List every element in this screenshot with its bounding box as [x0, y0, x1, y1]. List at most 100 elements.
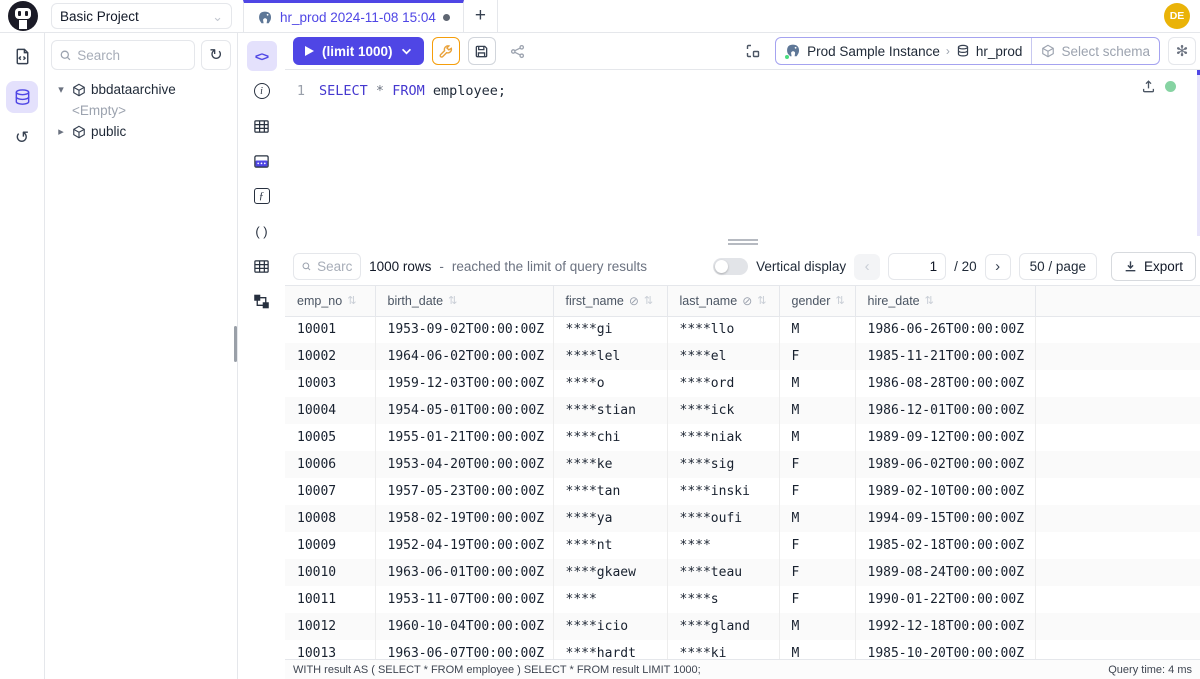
table-cell[interactable]: M: [779, 505, 855, 532]
table-cell[interactable]: 1960-10-04T00:00:00Z: [375, 613, 553, 640]
table-list-icon[interactable]: [247, 111, 277, 141]
table-cell[interactable]: 1989-06-02T00:00:00Z: [855, 451, 1035, 478]
table-cell[interactable]: 10013: [285, 640, 375, 659]
table-cell[interactable]: 1989-09-12T00:00:00Z: [855, 424, 1035, 451]
table-cell[interactable]: 1964-06-02T00:00:00Z: [375, 343, 553, 370]
table-cell[interactable]: ****ki: [667, 640, 779, 659]
table-cell[interactable]: ****niak: [667, 424, 779, 451]
next-page-button[interactable]: ›: [985, 254, 1011, 280]
column-header-birth_date[interactable]: birth_date⇅: [375, 286, 553, 316]
page-number-input[interactable]: [888, 253, 946, 280]
column-header-last_name[interactable]: last_name⊘⇅: [667, 286, 779, 316]
table-cell[interactable]: ****s: [667, 586, 779, 613]
table-cell[interactable]: 10006: [285, 451, 375, 478]
table-cell[interactable]: ****ya: [553, 505, 667, 532]
sheet-colored-icon[interactable]: [247, 146, 277, 176]
table-cell[interactable]: 10001: [285, 316, 375, 343]
table-cell[interactable]: ****nt: [553, 532, 667, 559]
sort-icon[interactable]: ⇅: [925, 294, 934, 307]
table-cell[interactable]: ****ke: [553, 451, 667, 478]
schema-diagram-icon[interactable]: [247, 286, 277, 316]
info-icon[interactable]: i: [247, 76, 277, 106]
table-cell[interactable]: 1953-09-02T00:00:00Z: [375, 316, 553, 343]
column-header-emp_no[interactable]: emp_no⇅: [285, 286, 375, 316]
project-select[interactable]: Basic Project ⌄: [51, 3, 232, 29]
caret-right-icon[interactable]: ▸: [55, 125, 67, 138]
table-cell[interactable]: ****el: [667, 343, 779, 370]
table-cell[interactable]: ****gland: [667, 613, 779, 640]
new-tab-button[interactable]: +: [464, 0, 498, 32]
table-cell[interactable]: M: [779, 640, 855, 659]
table-cell[interactable]: F: [779, 343, 855, 370]
table-cell[interactable]: 1986-06-26T00:00:00Z: [855, 316, 1035, 343]
table-cell[interactable]: 1990-01-22T00:00:00Z: [855, 586, 1035, 613]
tree-search-input[interactable]: [77, 48, 186, 63]
function-icon[interactable]: ƒ: [247, 181, 277, 211]
table-cell[interactable]: F: [779, 451, 855, 478]
table-cell[interactable]: ****sig: [667, 451, 779, 478]
table-cell[interactable]: F: [779, 532, 855, 559]
table-cell[interactable]: ****hardt: [553, 640, 667, 659]
column-header-gender[interactable]: gender⇅: [779, 286, 855, 316]
sort-icon[interactable]: ⇅: [757, 294, 766, 307]
table-cell[interactable]: 10010: [285, 559, 375, 586]
export-button[interactable]: Export: [1111, 252, 1196, 281]
table-cell[interactable]: 1992-12-18T00:00:00Z: [855, 613, 1035, 640]
table-cell[interactable]: M: [779, 613, 855, 640]
sort-icon[interactable]: ⇅: [644, 294, 653, 307]
tab-hr-prod[interactable]: hr_prod 2024-11-08 15:04: [243, 0, 464, 32]
worksheet-icon[interactable]: [6, 40, 38, 72]
table-cell[interactable]: M: [779, 424, 855, 451]
table-cell[interactable]: ****ick: [667, 397, 779, 424]
table-cell[interactable]: ****lel: [553, 343, 667, 370]
table-cell[interactable]: ****tan: [553, 478, 667, 505]
tree-item-public[interactable]: ▸ public: [49, 121, 233, 142]
tree-search-box[interactable]: [51, 40, 195, 70]
table-cell[interactable]: F: [779, 586, 855, 613]
table-cell[interactable]: 1963-06-07T00:00:00Z: [375, 640, 553, 659]
table-cell[interactable]: 10002: [285, 343, 375, 370]
table-cell[interactable]: 1986-12-01T00:00:00Z: [855, 397, 1035, 424]
table-cell[interactable]: 1958-02-19T00:00:00Z: [375, 505, 553, 532]
table-cell[interactable]: 1985-10-20T00:00:00Z: [855, 640, 1035, 659]
table-cell[interactable]: 10007: [285, 478, 375, 505]
table-cell[interactable]: ****: [553, 586, 667, 613]
table-cell[interactable]: ****gi: [553, 316, 667, 343]
table-cell[interactable]: 1989-08-24T00:00:00Z: [855, 559, 1035, 586]
run-query-button[interactable]: (limit 1000): [293, 37, 424, 65]
table-cell[interactable]: ****stian: [553, 397, 667, 424]
table-cell[interactable]: ****chi: [553, 424, 667, 451]
sql-editor[interactable]: 1 SELECT * FROM employee;: [285, 70, 1200, 236]
code-view-icon[interactable]: <>: [247, 41, 277, 71]
results-search-box[interactable]: [293, 253, 361, 280]
table-cell[interactable]: 10008: [285, 505, 375, 532]
table-cell[interactable]: 10003: [285, 370, 375, 397]
table-cell[interactable]: 10012: [285, 613, 375, 640]
sort-icon[interactable]: ⇅: [835, 294, 844, 307]
upload-icon[interactable]: [1141, 79, 1156, 94]
parentheses-icon[interactable]: ( ): [247, 216, 277, 246]
ai-assistant-button[interactable]: ✻: [1168, 37, 1196, 65]
table-cell[interactable]: ****teau: [667, 559, 779, 586]
table-cell[interactable]: 1985-11-21T00:00:00Z: [855, 343, 1035, 370]
app-logo[interactable]: [0, 0, 45, 32]
table-cell[interactable]: 1952-04-19T00:00:00Z: [375, 532, 553, 559]
table-cell[interactable]: ****o: [553, 370, 667, 397]
save-button[interactable]: [468, 37, 496, 65]
tree-item-bbdataarchive[interactable]: ▾ bbdataarchive: [49, 79, 233, 100]
format-sql-button[interactable]: [739, 37, 767, 65]
table-cell[interactable]: ****oufi: [667, 505, 779, 532]
schema-select[interactable]: Select schema: [1031, 38, 1159, 64]
table-cell[interactable]: F: [779, 478, 855, 505]
table-cell[interactable]: 1959-12-03T00:00:00Z: [375, 370, 553, 397]
table-cell[interactable]: ****inski: [667, 478, 779, 505]
table-cell[interactable]: 10005: [285, 424, 375, 451]
table-cell[interactable]: 1953-11-07T00:00:00Z: [375, 586, 553, 613]
refresh-button[interactable]: ↻: [201, 40, 231, 70]
wrench-button[interactable]: [432, 37, 460, 65]
avatar[interactable]: DE: [1164, 3, 1190, 29]
sort-icon[interactable]: ⇅: [347, 294, 356, 307]
sort-icon[interactable]: ⇅: [448, 294, 457, 307]
table-cell[interactable]: 1953-04-20T00:00:00Z: [375, 451, 553, 478]
table-cell[interactable]: 1985-02-18T00:00:00Z: [855, 532, 1035, 559]
